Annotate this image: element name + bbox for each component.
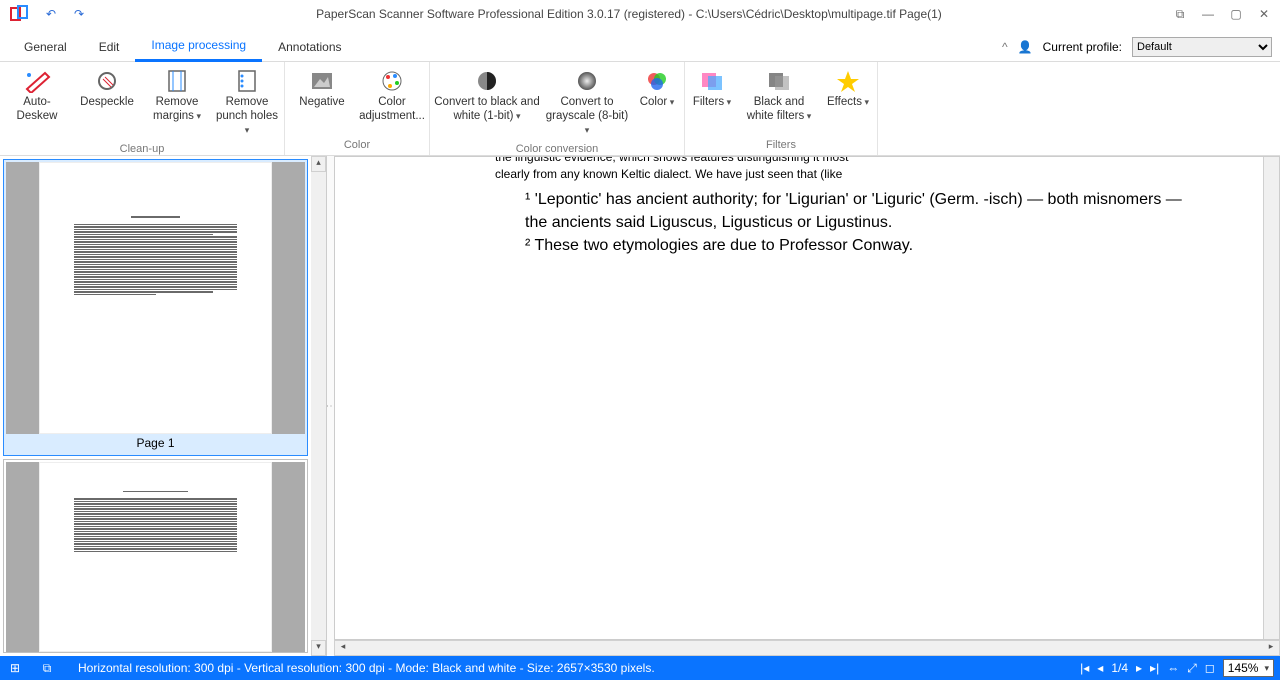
status-bar: ⊞ ⧉ Horizontal resolution: 300 dpi - Ver… bbox=[0, 656, 1280, 680]
close-icon[interactable]: ✕ bbox=[1252, 7, 1276, 22]
group-color-label: Color bbox=[285, 137, 429, 155]
first-page-button[interactable]: |◂ bbox=[1080, 661, 1089, 675]
menu-tabs: General Edit Image processing Annotation… bbox=[0, 28, 1280, 62]
thumbnails-panel: Page 1 ▴▾ bbox=[0, 156, 327, 656]
color-adjustment-button[interactable]: Color adjustment... bbox=[357, 64, 427, 128]
rgb-circle-icon bbox=[641, 68, 673, 94]
minimize-icon[interactable]: — bbox=[1196, 7, 1220, 22]
profile-icon: 👤 bbox=[1018, 40, 1033, 54]
convert-grayscale-button[interactable]: Convert to grayscale (8-bit) bbox=[542, 64, 632, 141]
negative-button[interactable]: Negative bbox=[287, 64, 357, 114]
page-indicator: 1/4 bbox=[1111, 661, 1128, 675]
filters-icon bbox=[696, 68, 728, 94]
preview-vertical-scrollbar[interactable] bbox=[1263, 157, 1279, 639]
splitter[interactable]: ⋮ bbox=[327, 156, 334, 656]
preview-horizontal-scrollbar[interactable]: ◂▸ bbox=[334, 640, 1280, 656]
thumbnail-1-image bbox=[6, 162, 305, 434]
negative-icon bbox=[306, 68, 338, 94]
redo-icon[interactable]: ↷ bbox=[68, 7, 90, 21]
group-filters-label: Filters bbox=[685, 137, 877, 155]
maximize-icon[interactable]: ▢ bbox=[1224, 7, 1248, 22]
despeckle-button[interactable]: Despeckle bbox=[72, 64, 142, 114]
window-title: PaperScan Scanner Software Professional … bbox=[90, 7, 1168, 21]
deskew-icon bbox=[21, 68, 53, 94]
remove-margins-button[interactable]: Remove margins bbox=[142, 64, 212, 128]
preview-panel: the linguistic evidence, which shows fea… bbox=[334, 156, 1280, 656]
margins-icon bbox=[161, 68, 193, 94]
collapse-ribbon-icon[interactable]: ⧉ bbox=[1168, 7, 1192, 22]
ribbon: Auto-Deskew Despeckle Remove margins Rem… bbox=[0, 62, 1280, 156]
main-area: Page 1 ▴▾ ⋮ the linguistic evidence, whi bbox=[0, 156, 1280, 656]
tab-general[interactable]: General bbox=[8, 32, 83, 61]
last-page-button[interactable]: ▸| bbox=[1150, 661, 1159, 675]
fit-page-icon[interactable]: ⤢ bbox=[1187, 661, 1197, 676]
bw-filters-button[interactable]: Black and white filters bbox=[737, 64, 821, 128]
effects-button[interactable]: Effects bbox=[821, 64, 875, 114]
thumbnails-scrollbar[interactable]: ▴▾ bbox=[311, 156, 326, 656]
page-nav: |◂ ◂ 1/4 ▸ ▸| ⇔ ⤢ ◻ 145%▾ bbox=[1080, 659, 1274, 677]
filters-button[interactable]: Filters bbox=[687, 64, 737, 114]
thumbnail-1[interactable]: Page 1 bbox=[3, 159, 308, 456]
next-page-button[interactable]: ▸ bbox=[1136, 661, 1142, 675]
palette-icon bbox=[376, 68, 408, 94]
thumbnail-2-image bbox=[6, 462, 305, 652]
remove-punch-holes-button[interactable]: Remove punch holes bbox=[212, 64, 282, 141]
actual-size-icon[interactable]: ◻ bbox=[1205, 661, 1215, 675]
zoom-combo[interactable]: 145%▾ bbox=[1223, 659, 1274, 677]
prev-page-button[interactable]: ◂ bbox=[1097, 661, 1103, 675]
tab-edit[interactable]: Edit bbox=[83, 32, 136, 61]
tab-image-processing[interactable]: Image processing bbox=[135, 30, 262, 62]
star-icon bbox=[832, 68, 864, 94]
thumbnail-2[interactable] bbox=[3, 459, 308, 653]
title-bar: ↶ ↷ PaperScan Scanner Software Professio… bbox=[0, 0, 1280, 28]
status-text: Horizontal resolution: 300 dpi - Vertica… bbox=[70, 661, 1066, 675]
profile-select[interactable]: Default bbox=[1132, 37, 1272, 57]
undo-icon[interactable]: ↶ bbox=[40, 7, 62, 21]
punch-holes-icon bbox=[231, 68, 263, 94]
profile-label: Current profile: bbox=[1043, 40, 1122, 54]
convert-bw-button[interactable]: Convert to black and white (1-bit) bbox=[432, 64, 542, 128]
despeckle-icon bbox=[91, 68, 123, 94]
preview-viewport[interactable]: the linguistic evidence, which shows fea… bbox=[334, 156, 1280, 640]
preview-content: the linguistic evidence, which shows fea… bbox=[495, 156, 1199, 257]
tab-annotations[interactable]: Annotations bbox=[262, 32, 357, 61]
bw-filters-icon bbox=[763, 68, 795, 94]
status-copy-icon[interactable]: ⧉ bbox=[38, 661, 56, 676]
color-dropdown-button[interactable]: Color bbox=[632, 64, 682, 114]
auto-deskew-button[interactable]: Auto-Deskew bbox=[2, 64, 72, 128]
bw-circle-icon bbox=[471, 68, 503, 94]
app-icon bbox=[10, 5, 30, 23]
collapse-arrow-icon[interactable]: ^ bbox=[1002, 40, 1008, 54]
gray-circle-icon bbox=[571, 68, 603, 94]
status-panel-icon[interactable]: ⊞ bbox=[6, 661, 24, 675]
fit-width-icon[interactable]: ⇔ bbox=[1167, 661, 1179, 675]
thumbnail-1-label: Page 1 bbox=[4, 434, 307, 454]
